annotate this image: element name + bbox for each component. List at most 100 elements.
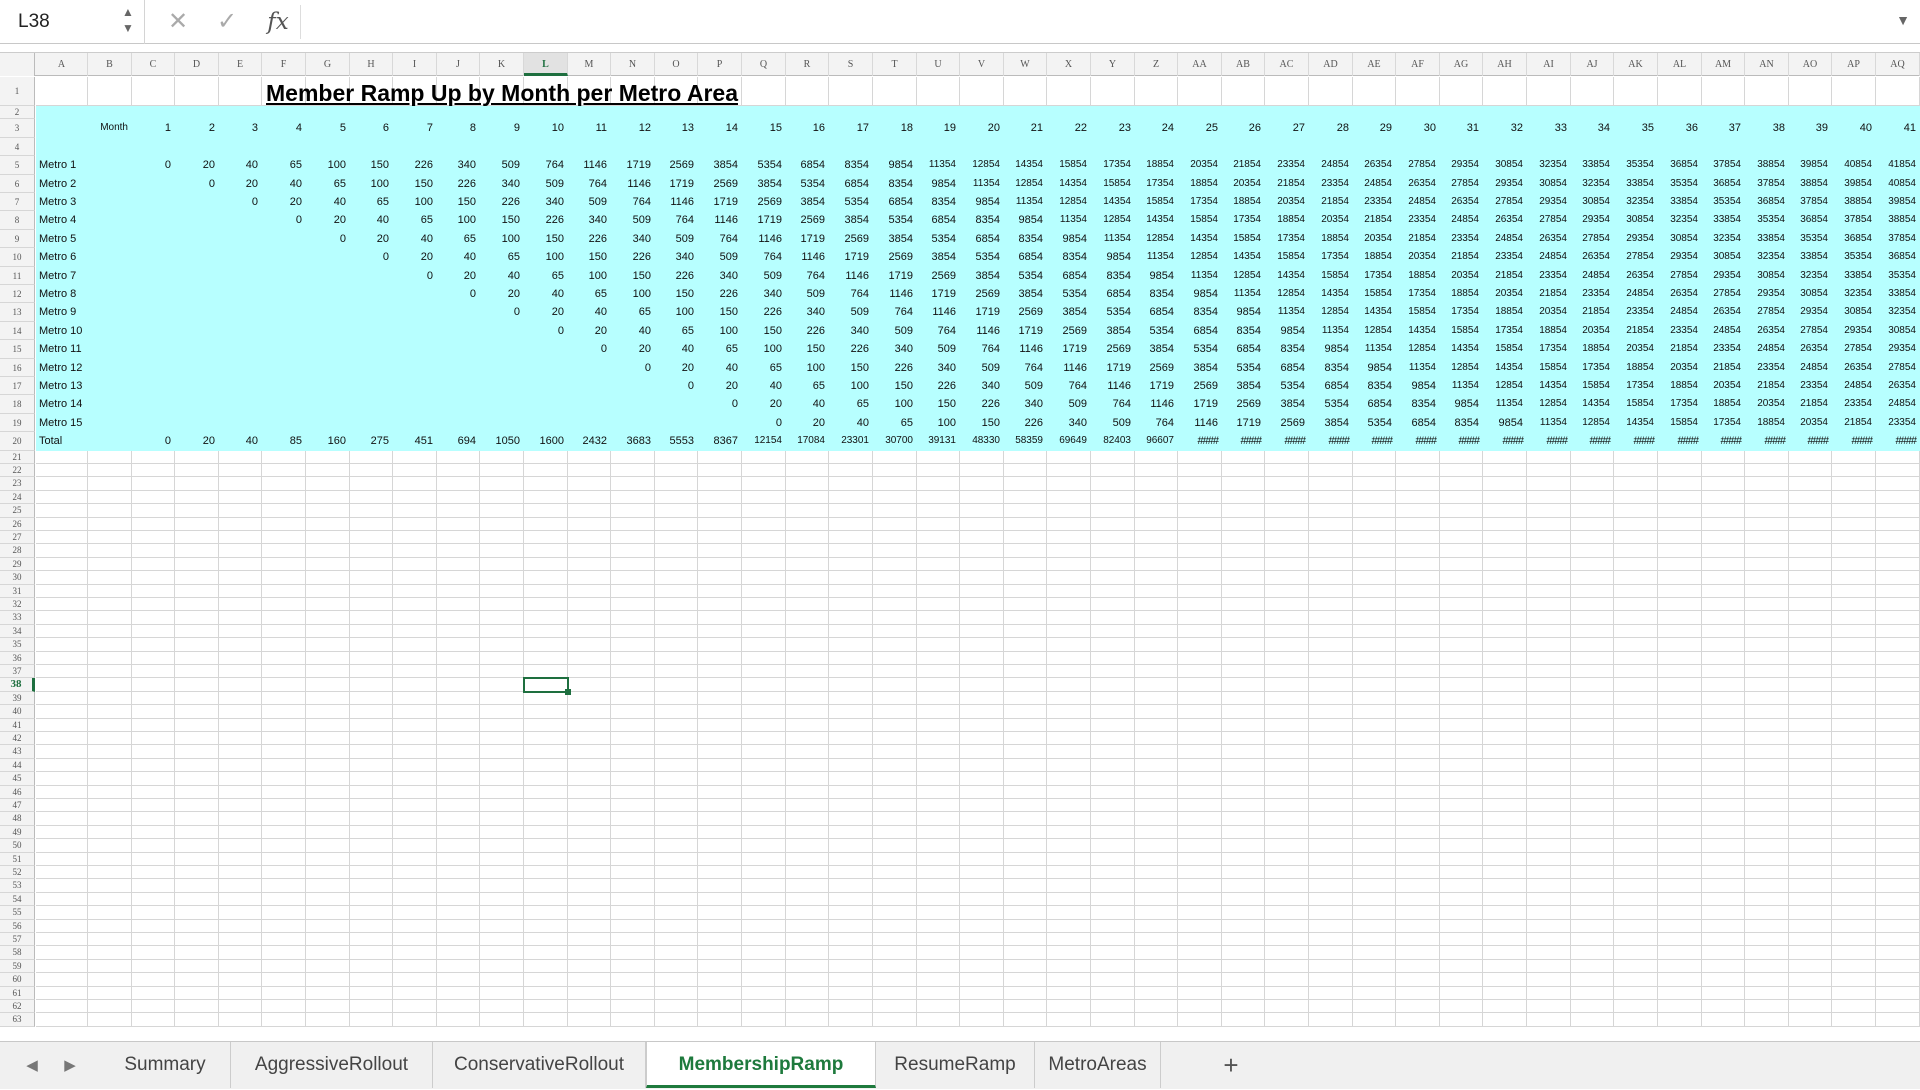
cell[interactable]: 100 (873, 395, 917, 414)
row-header[interactable]: 54 (0, 892, 35, 907)
cell[interactable] (262, 1013, 306, 1027)
cell[interactable]: 20 (742, 395, 786, 414)
cell[interactable] (437, 732, 480, 746)
cell[interactable]: 11354 (1004, 193, 1047, 212)
cell[interactable]: 37854 (1702, 156, 1745, 175)
cell[interactable]: 33854 (1876, 285, 1920, 304)
cell[interactable] (306, 1000, 350, 1014)
cell[interactable]: 9854 (1091, 248, 1135, 267)
cell[interactable] (1440, 879, 1483, 893)
cell[interactable] (1135, 544, 1178, 558)
cell[interactable] (175, 248, 219, 267)
cell[interactable] (1353, 77, 1396, 106)
cell[interactable] (786, 651, 829, 665)
column-header-f[interactable]: F (262, 53, 306, 76)
cell[interactable] (742, 544, 786, 558)
cell[interactable] (306, 665, 350, 679)
cell[interactable] (568, 544, 611, 558)
cell[interactable] (88, 477, 132, 491)
cell[interactable] (132, 772, 175, 786)
column-header-b[interactable]: B (88, 53, 132, 76)
cell[interactable] (480, 892, 524, 907)
cell[interactable] (1265, 973, 1309, 987)
cell[interactable] (175, 758, 219, 773)
cell[interactable] (1832, 531, 1876, 545)
cell[interactable] (1265, 892, 1309, 907)
cell[interactable] (1178, 946, 1222, 960)
cell[interactable] (175, 544, 219, 558)
row-header[interactable]: 30 (0, 571, 35, 585)
cell[interactable] (219, 544, 262, 558)
column-header-a[interactable]: A (36, 53, 88, 76)
cell[interactable] (1440, 557, 1483, 572)
cell[interactable] (1658, 584, 1702, 598)
cell[interactable] (1745, 490, 1789, 505)
cell[interactable]: 10 (524, 119, 568, 138)
cell[interactable] (1396, 946, 1440, 960)
cell[interactable] (1396, 106, 1440, 120)
cell[interactable] (1483, 598, 1527, 612)
cell[interactable] (437, 1013, 480, 1027)
cell[interactable] (175, 266, 219, 285)
cell[interactable] (219, 678, 262, 692)
cell[interactable] (1658, 799, 1702, 813)
cell[interactable] (611, 490, 655, 505)
cell[interactable]: 11354 (1091, 229, 1135, 249)
cell[interactable] (568, 946, 611, 960)
cell[interactable] (1571, 866, 1614, 880)
cell[interactable] (742, 933, 786, 947)
cell[interactable]: 5354 (1265, 377, 1309, 396)
cell[interactable] (1658, 678, 1702, 692)
cell[interactable] (219, 973, 262, 987)
row-header[interactable]: 11 (0, 266, 35, 285)
cell[interactable] (1396, 531, 1440, 545)
cell[interactable] (1309, 504, 1353, 518)
cell[interactable] (1483, 571, 1527, 585)
cell[interactable]: 33854 (1745, 229, 1789, 249)
cell[interactable] (829, 665, 873, 679)
cell[interactable] (393, 651, 437, 665)
cell[interactable]: 9854 (1396, 377, 1440, 396)
cell[interactable] (1178, 598, 1222, 612)
cell[interactable] (524, 638, 568, 652)
cell[interactable]: 226 (786, 321, 829, 341)
cell[interactable] (1745, 879, 1789, 893)
cell[interactable]: 24854 (1309, 156, 1353, 175)
column-header-n[interactable]: N (611, 53, 655, 76)
cell[interactable] (1353, 986, 1396, 1000)
cell[interactable]: 27854 (1571, 229, 1614, 249)
cell[interactable] (698, 665, 742, 679)
cell[interactable] (1091, 77, 1135, 106)
cell[interactable]: 509 (480, 156, 524, 175)
cell[interactable] (1876, 504, 1920, 518)
cell[interactable] (917, 705, 960, 719)
cell[interactable]: 34 (1571, 119, 1614, 138)
cell[interactable] (1832, 732, 1876, 746)
cell[interactable] (1483, 852, 1527, 866)
sheet-tab-membershipramp[interactable]: MembershipRamp (646, 1042, 876, 1088)
cell[interactable] (175, 358, 219, 377)
cell[interactable] (1832, 77, 1876, 106)
cell[interactable] (219, 504, 262, 518)
cell[interactable] (1571, 986, 1614, 1000)
cell[interactable] (1047, 959, 1091, 974)
cell[interactable]: 9854 (1222, 303, 1265, 322)
cell[interactable] (829, 624, 873, 639)
cell[interactable] (1483, 906, 1527, 920)
cell[interactable] (132, 919, 175, 933)
cell[interactable]: 18854 (1571, 340, 1614, 359)
cell[interactable] (480, 919, 524, 933)
cell[interactable] (1091, 665, 1135, 679)
cell[interactable] (175, 517, 219, 531)
cell[interactable]: 11354 (1309, 321, 1353, 341)
cell[interactable]: 226 (742, 303, 786, 322)
cell[interactable]: 65 (873, 413, 917, 433)
cell[interactable] (1396, 544, 1440, 558)
cell[interactable] (1309, 946, 1353, 960)
cell[interactable] (1789, 852, 1832, 866)
cell[interactable] (698, 839, 742, 853)
cell[interactable]: 509 (873, 321, 917, 341)
cell[interactable] (306, 557, 350, 572)
cell[interactable]: 23301 (829, 432, 873, 451)
cell[interactable] (1614, 772, 1658, 786)
